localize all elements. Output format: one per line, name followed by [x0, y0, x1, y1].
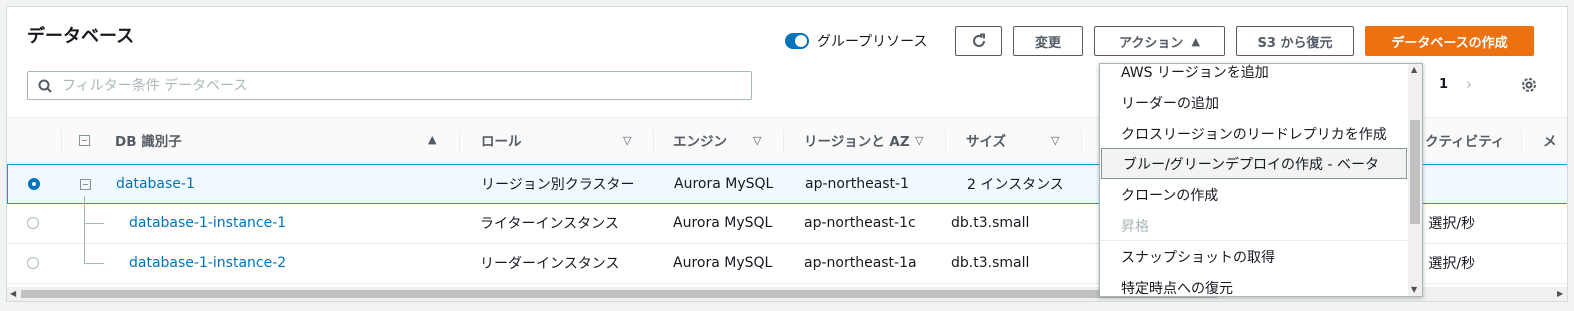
column-size[interactable]: サイズ	[966, 118, 1006, 162]
scroll-right-icon[interactable]: ▶	[1557, 289, 1563, 298]
sort-role-icon[interactable]: ▽	[623, 134, 631, 147]
region-cell: ap-northeast-1	[805, 176, 910, 192]
role-cell: リージョン別クラスター	[481, 177, 635, 193]
column-engine[interactable]: エンジン	[673, 118, 727, 162]
group-resources-toggle[interactable]: グループリソース	[785, 31, 927, 51]
column-extra[interactable]: メ	[1543, 118, 1557, 162]
menu-item-create-clone[interactable]: クローンの作成	[1100, 179, 1408, 210]
region-cell: ap-northeast-1a	[804, 255, 917, 271]
databases-panel: データベース グループリソース 変更 アクション ▲ S3 から復元 データベー…	[6, 6, 1568, 302]
group-resources-label: グループリソース	[817, 34, 928, 50]
collapse-all-icon[interactable]	[79, 135, 90, 146]
role-cell: ライターインスタンス	[480, 216, 619, 232]
tree-line	[84, 223, 104, 224]
create-database-button[interactable]: データベースの作成	[1365, 26, 1534, 56]
row-radio[interactable]	[28, 178, 40, 190]
menu-item-add-reader[interactable]: リーダーの追加	[1100, 87, 1408, 118]
size-cell: db.t3.small	[951, 215, 1030, 231]
region-cell: ap-northeast-1c	[804, 215, 916, 231]
menu-scroll-thumb[interactable]	[1410, 120, 1420, 224]
column-role[interactable]: ロール	[481, 118, 522, 162]
menu-vertical-scrollbar[interactable]: ▲ ▼	[1408, 64, 1422, 296]
refresh-button[interactable]	[955, 26, 1002, 56]
menu-item-take-snapshot[interactable]: スナップショットの取得	[1100, 241, 1408, 272]
next-page-icon[interactable]: ›	[1466, 75, 1472, 93]
refresh-icon	[972, 33, 985, 47]
sort-ascending-icon[interactable]: ▲	[428, 133, 436, 146]
engine-cell: Aurora MySQL	[673, 255, 773, 271]
scroll-down-icon[interactable]: ▼	[1411, 285, 1417, 294]
search-input[interactable]	[60, 76, 744, 95]
actions-label: アクション	[1119, 35, 1184, 51]
tree-line	[84, 263, 104, 264]
sort-engine-icon[interactable]: ▽	[753, 134, 761, 147]
modify-button[interactable]: 変更	[1013, 26, 1083, 56]
scroll-left-icon[interactable]: ◀	[10, 289, 16, 298]
sort-region-icon[interactable]: ▽	[915, 134, 923, 147]
row-radio[interactable]	[27, 217, 39, 229]
page-title: データベース	[27, 26, 135, 47]
column-region[interactable]: リージョンと AZ	[804, 118, 910, 162]
size-cell: 2 インスタンス	[967, 177, 1064, 193]
role-cell: リーダーインスタンス	[480, 256, 620, 272]
tree-line	[84, 224, 85, 244]
search-field[interactable]	[27, 71, 752, 100]
caret-up-icon: ▲	[1191, 34, 1200, 48]
actions-dropdown-menu: AWS リージョンを追加 リーダーの追加 クロスリージョンのリードレプリカを作成…	[1099, 63, 1423, 297]
menu-item-promote: 昇格	[1121, 218, 1149, 235]
search-icon	[38, 79, 52, 93]
menu-item-add-aws-region[interactable]: AWS リージョンを追加	[1100, 64, 1408, 87]
size-cell: db.t3.small	[951, 255, 1030, 271]
current-page[interactable]: 1	[1439, 77, 1448, 92]
menu-item-create-cross-region-replica[interactable]: クロスリージョンのリードレプリカを作成	[1100, 118, 1408, 149]
pagination: ‹ 1 ›	[1415, 75, 1472, 93]
toggle-switch[interactable]	[785, 33, 809, 49]
tree-line	[84, 244, 85, 264]
db-identifier-link[interactable]: database-1-instance-2	[129, 244, 286, 282]
engine-cell: Aurora MySQL	[673, 215, 773, 231]
horizontal-scroll-thumb[interactable]	[21, 290, 1217, 298]
collapse-row-icon[interactable]	[80, 179, 91, 190]
restore-from-s3-button[interactable]: S3 から復元	[1236, 26, 1354, 56]
db-identifier-link[interactable]: database-1-instance-1	[129, 204, 286, 242]
column-activity[interactable]: クティビティ	[1425, 118, 1504, 162]
menu-item-point-in-time-restore[interactable]: 特定時点への復元	[1100, 272, 1408, 297]
column-db-identifier[interactable]: DB 識別子	[115, 118, 182, 162]
activity-cell: 2 選択/秒	[1415, 256, 1476, 272]
scroll-up-icon[interactable]: ▲	[1411, 65, 1417, 74]
sort-size-icon[interactable]: ▽	[1051, 134, 1059, 147]
db-identifier-link[interactable]: database-1	[116, 165, 195, 203]
tree-line	[84, 196, 85, 224]
engine-cell: Aurora MySQL	[674, 176, 774, 192]
actions-button[interactable]: アクション ▲	[1094, 26, 1225, 56]
activity-cell: 3 選択/秒	[1415, 216, 1476, 232]
row-radio[interactable]	[27, 257, 39, 269]
menu-item-create-blue-green-deployment[interactable]: ブルー/グリーンデプロイの作成 - ベータ	[1101, 148, 1407, 179]
gear-icon[interactable]	[1520, 76, 1538, 94]
